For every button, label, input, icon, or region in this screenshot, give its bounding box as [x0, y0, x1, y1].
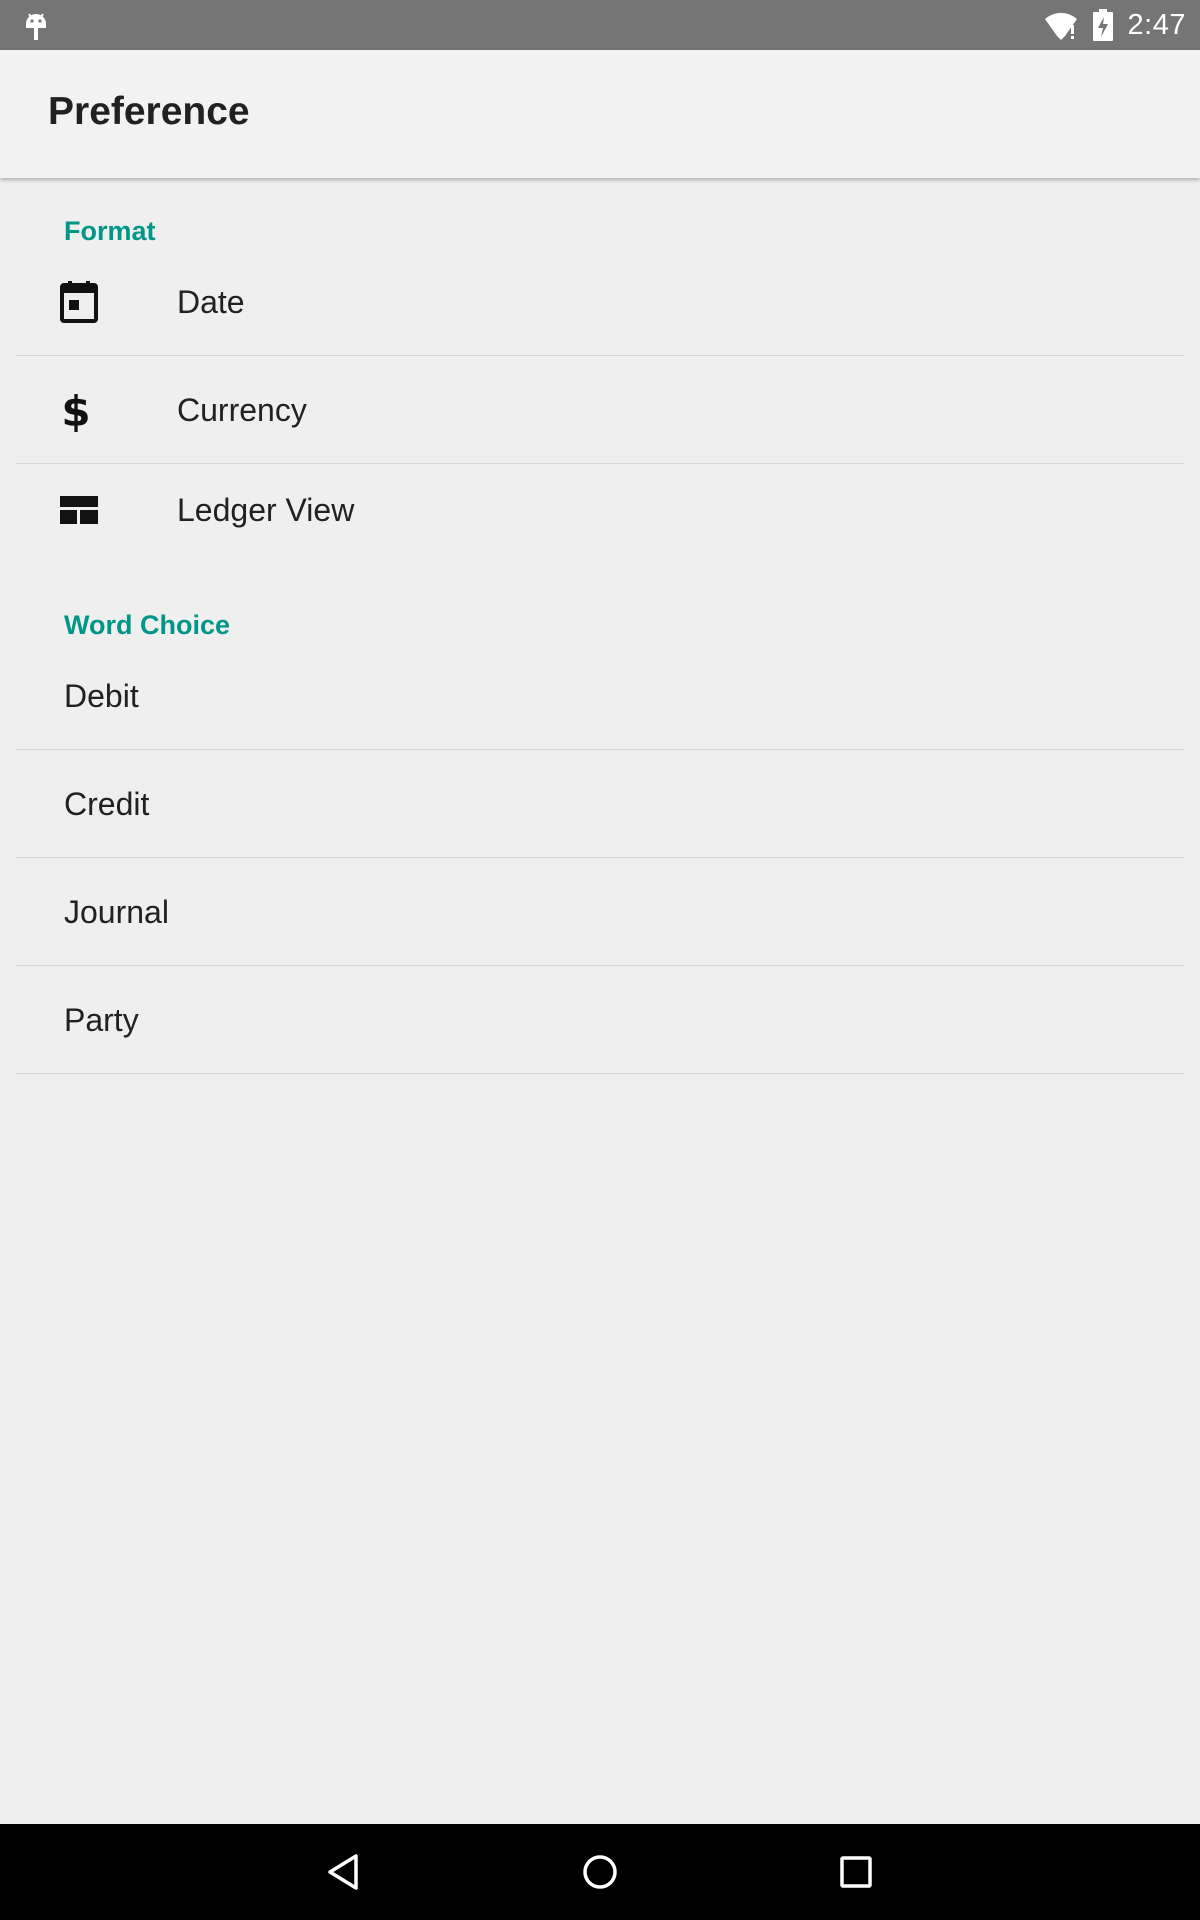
- pref-item-party[interactable]: Party: [16, 966, 1184, 1074]
- dollar-icon: $: [60, 356, 92, 464]
- battery-charging-icon: [1092, 9, 1114, 41]
- section-header-format: Format: [64, 216, 156, 246]
- wifi-icon: [1044, 10, 1078, 41]
- pref-item-label: Date: [177, 283, 245, 320]
- status-icons: 2:47: [1044, 0, 1186, 50]
- section-header-word-choice: Word Choice: [64, 610, 231, 640]
- status-bar: 2:47: [0, 0, 1200, 50]
- navigation-bar: [0, 1824, 1200, 1920]
- app-toolbar: Preference: [0, 50, 1200, 178]
- pref-item-label: Journal: [64, 893, 169, 930]
- pref-item-ledger-view[interactable]: Ledger View: [16, 464, 1184, 556]
- calendar-icon: [60, 248, 98, 356]
- pref-item-label: Credit: [64, 785, 150, 822]
- table-layout-icon: [60, 464, 98, 556]
- pref-item-debit[interactable]: Debit: [16, 642, 1184, 750]
- divider: [16, 1073, 1184, 1074]
- pref-item-currency[interactable]: $ Currency: [16, 356, 1184, 464]
- android-notification-icon: [22, 8, 50, 42]
- svg-text:$: $: [61, 388, 90, 432]
- screen: 2:47 Preference Format Date $ Currency L…: [0, 0, 1200, 1920]
- pref-item-label: Party: [64, 1001, 139, 1038]
- recents-icon[interactable]: [832, 1848, 880, 1896]
- pref-item-journal[interactable]: Journal: [16, 858, 1184, 966]
- clock: 2:47: [1127, 8, 1186, 41]
- pref-item-date[interactable]: Date: [16, 248, 1184, 356]
- pref-item-label: Debit: [64, 677, 139, 714]
- pref-item-label: Ledger View: [177, 491, 355, 528]
- pref-item-label: Currency: [177, 391, 307, 428]
- page-title: Preference: [48, 90, 250, 133]
- home-icon[interactable]: [576, 1848, 624, 1896]
- back-icon[interactable]: [320, 1848, 368, 1896]
- pref-item-credit[interactable]: Credit: [16, 750, 1184, 858]
